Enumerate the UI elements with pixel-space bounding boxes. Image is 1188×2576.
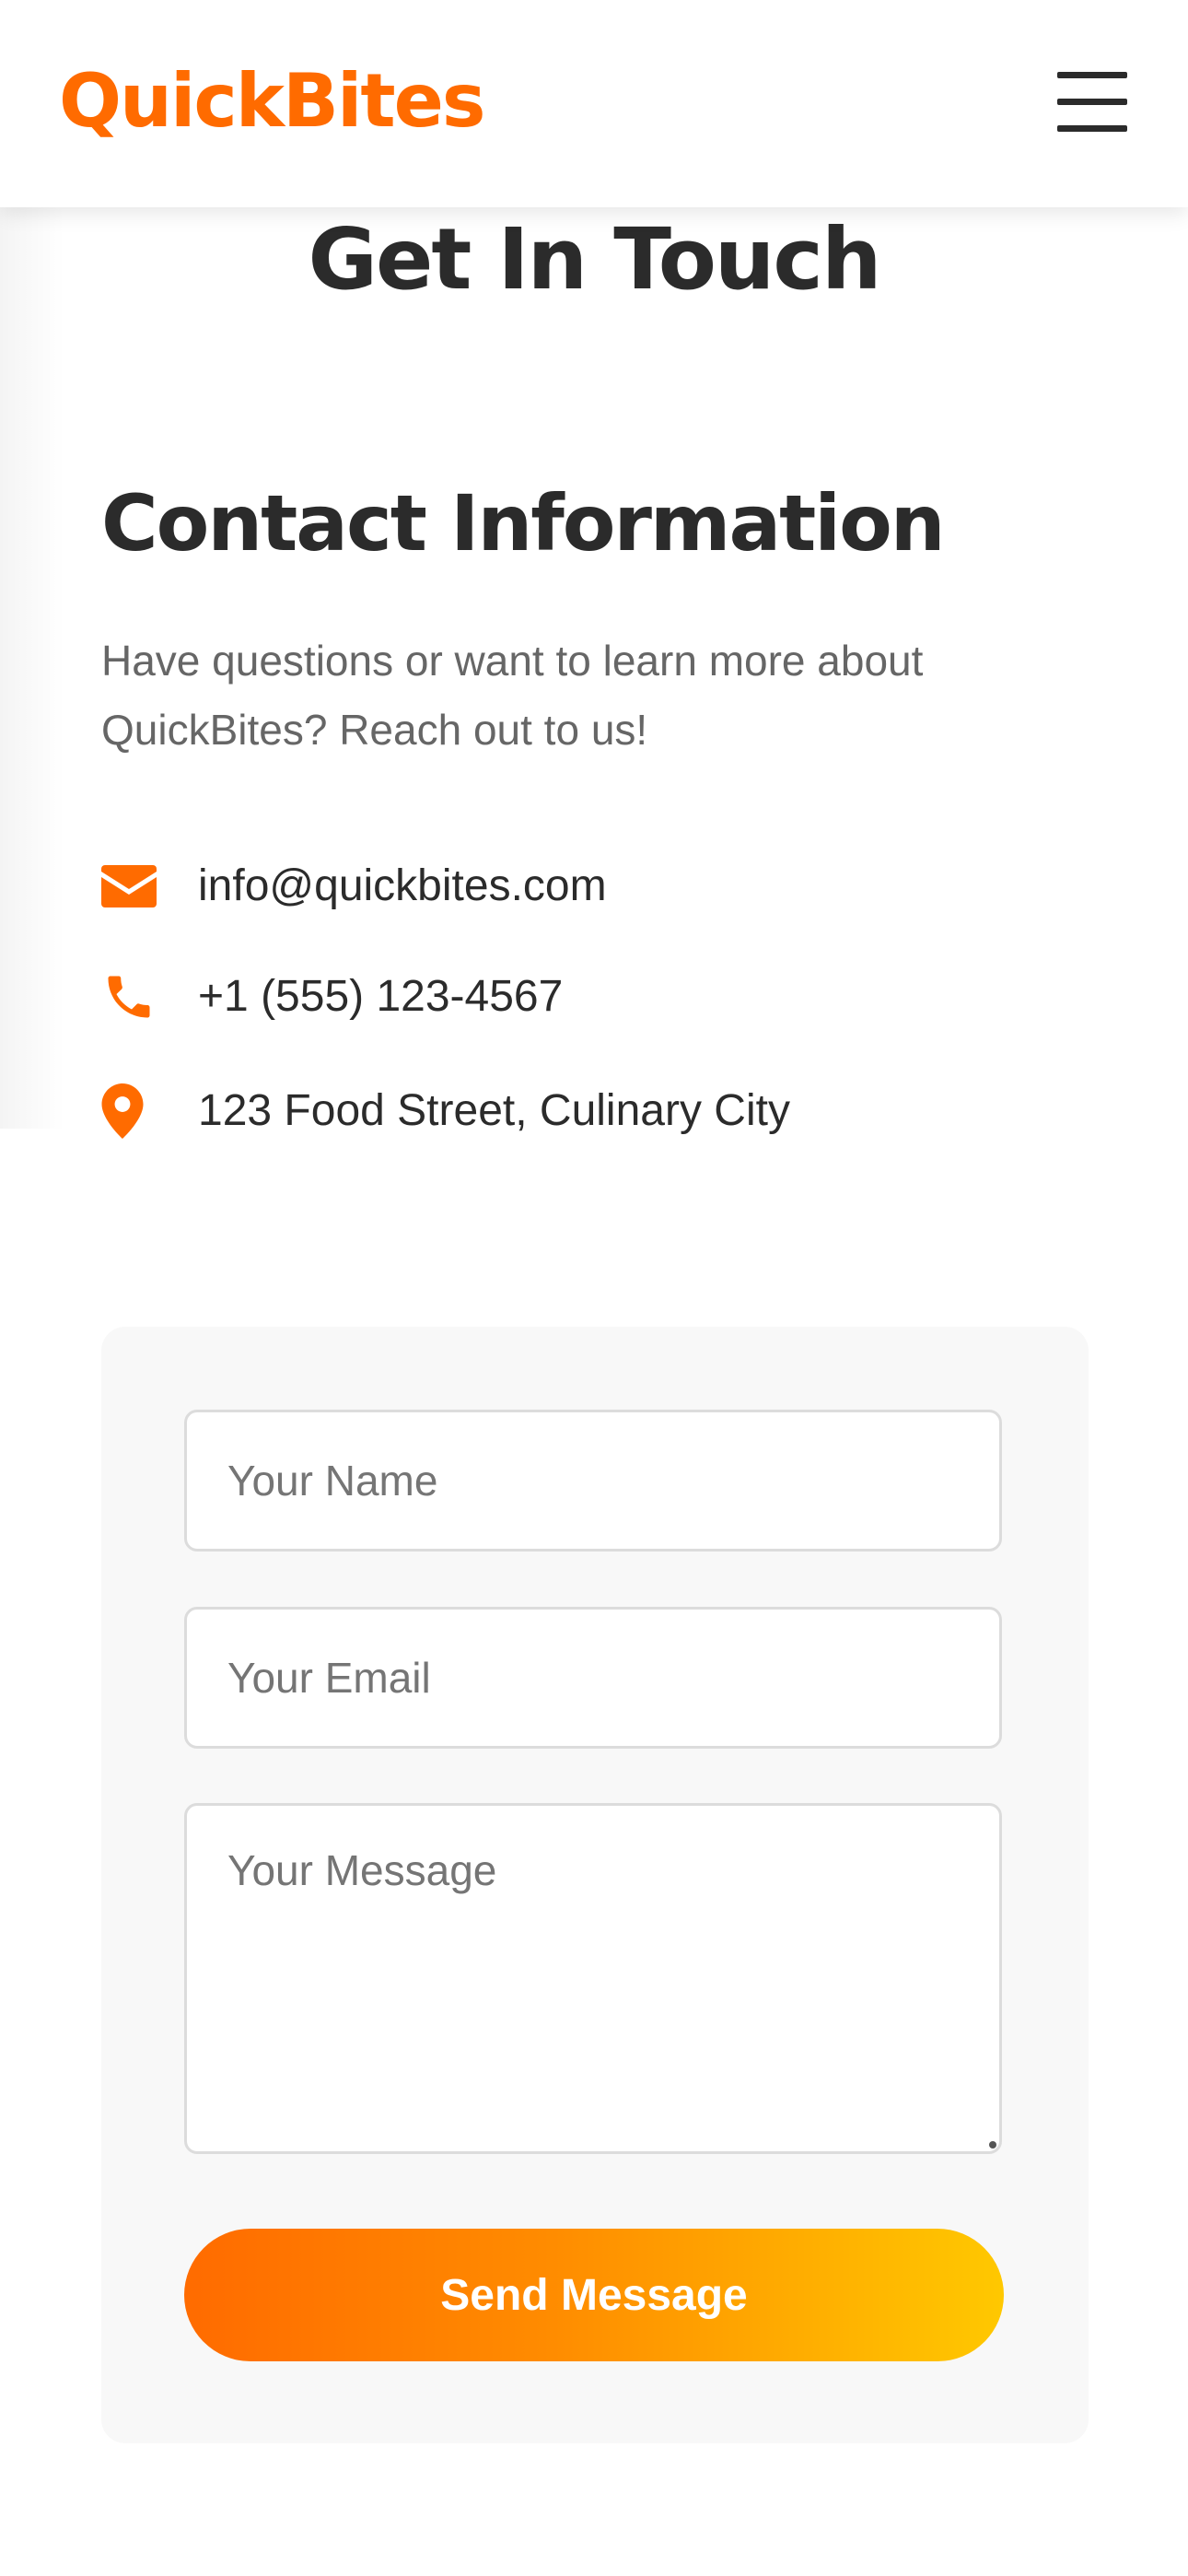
brand-logo[interactable]: QuickBites	[59, 55, 486, 147]
map-pin-icon	[101, 1074, 158, 1148]
menu-bar	[1057, 99, 1127, 105]
textarea-resize-handle[interactable]	[989, 2141, 996, 2149]
contact-form: Send Message	[101, 1327, 1089, 2443]
contact-item-address: 123 Food Street, Culinary City	[101, 1074, 1022, 1148]
phone-icon	[101, 960, 158, 1034]
name-input[interactable]	[184, 1410, 1002, 1551]
contact-address-text: 123 Food Street, Culinary City	[198, 1086, 790, 1135]
hamburger-menu-icon[interactable]	[1057, 70, 1131, 135]
site-header: QuickBites	[0, 0, 1188, 207]
envelope-icon	[101, 849, 158, 923]
send-message-button[interactable]: Send Message	[184, 2229, 1004, 2361]
contact-email-text[interactable]: info@quickbites.com	[198, 849, 607, 923]
page-title: Get In Touch	[308, 210, 882, 309]
contact-phone-text[interactable]: +1 (555) 123-4567	[198, 960, 563, 1034]
email-input[interactable]	[184, 1607, 1002, 1749]
contact-description: Have questions or want to learn more abo…	[101, 637, 924, 754]
message-textarea[interactable]	[184, 1803, 1002, 2154]
menu-bar	[1057, 125, 1127, 132]
contact-item-phone: +1 (555) 123-4567	[101, 960, 1022, 1034]
contact-information-heading: Contact Information	[101, 478, 946, 568]
contact-item-email: info@quickbites.com	[101, 849, 1022, 923]
menu-bar	[1057, 72, 1127, 78]
page-edge-shadow	[0, 207, 64, 1129]
